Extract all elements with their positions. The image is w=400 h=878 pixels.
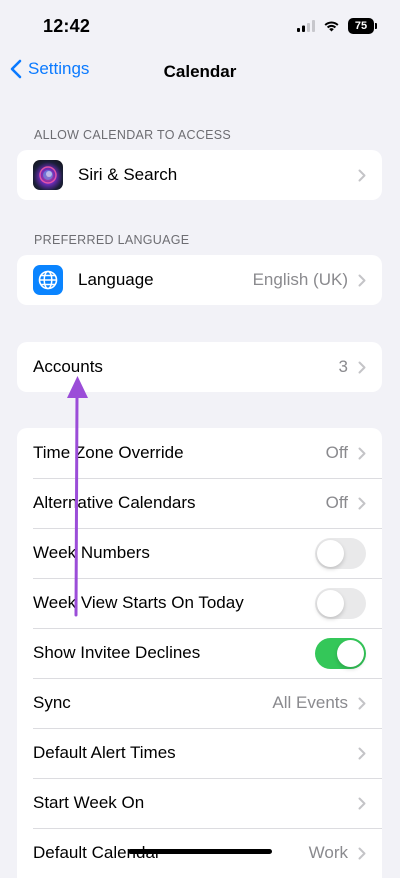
show-invitee-declines-toggle[interactable] (315, 637, 366, 669)
chevron-right-icon (358, 361, 366, 373)
row-value: English (UK) (252, 270, 348, 289)
toggle-knob (317, 539, 344, 567)
row-label: Alternative Calendars (33, 493, 196, 512)
row-value: Work (308, 843, 348, 862)
chevron-right-icon (358, 797, 366, 809)
row-week-numbers: Week Numbers (17, 528, 382, 578)
status-icons: 75 (297, 17, 377, 35)
row-label: Sync (33, 693, 71, 712)
row-default-alert-times[interactable]: Default Alert Times (17, 728, 382, 778)
chevron-right-icon (358, 169, 366, 181)
toggle-knob (317, 589, 344, 617)
row-value: Off (325, 443, 348, 462)
chevron-right-icon (358, 747, 366, 759)
row-time-zone-override[interactable]: Time Zone Override Off (17, 428, 382, 478)
chevron-right-icon (358, 497, 366, 509)
row-start-week-on[interactable]: Start Week On (17, 778, 382, 828)
row-accounts[interactable]: Accounts 3 (17, 342, 382, 392)
chevron-right-icon (358, 697, 366, 709)
row-week-view-starts-today: Week View Starts On Today (17, 578, 382, 628)
row-value: All Events (272, 693, 348, 712)
section-header-preferred-language: PREFERRED LANGUAGE (34, 233, 190, 247)
chevron-right-icon (358, 847, 366, 859)
siri-icon (33, 160, 63, 190)
row-value: Off (325, 493, 348, 512)
row-label: Show Invitee Declines (33, 643, 201, 662)
row-label: Default Alert Times (33, 743, 176, 762)
row-label: Accounts (33, 357, 103, 376)
row-show-invitee-declines: Show Invitee Declines (17, 628, 382, 678)
row-value: 3 (338, 357, 348, 376)
home-indicator (128, 849, 272, 854)
section-header-allow-access: ALLOW CALENDAR TO ACCESS (34, 128, 232, 142)
cellular-signal-icon (297, 20, 315, 32)
row-label: Week Numbers (33, 543, 150, 562)
status-bar: 12:42 75 (0, 0, 400, 50)
row-siri-search[interactable]: Siri & Search (17, 150, 382, 200)
globe-icon (33, 265, 63, 295)
group-preferred-language: Language English (UK) (17, 255, 382, 305)
chevron-right-icon (358, 447, 366, 459)
page-title: Calendar (163, 62, 237, 81)
group-calendar-settings: Time Zone Override Off Alternative Calen… (17, 428, 382, 878)
week-view-starts-today-toggle[interactable] (315, 587, 366, 619)
week-numbers-toggle[interactable] (315, 537, 366, 569)
row-label: Week View Starts On Today (33, 593, 244, 612)
group-accounts: Accounts 3 (17, 342, 382, 392)
status-time: 12:42 (43, 16, 91, 36)
row-alternative-calendars[interactable]: Alternative Calendars Off (17, 478, 382, 528)
wifi-icon (324, 21, 339, 32)
battery-indicator: 75 (348, 18, 377, 34)
row-label: Start Week On (33, 793, 145, 812)
chevron-right-icon (358, 274, 366, 286)
row-language[interactable]: Language English (UK) (17, 255, 382, 305)
navigation-bar: Settings Calendar (0, 52, 400, 92)
row-label: Time Zone Override (33, 443, 184, 462)
row-label: Language (78, 270, 154, 289)
battery-level: 75 (354, 20, 368, 32)
row-sync[interactable]: Sync All Events (17, 678, 382, 728)
group-allow-access: Siri & Search (17, 150, 382, 200)
row-label: Siri & Search (78, 165, 178, 184)
toggle-knob (337, 639, 364, 667)
